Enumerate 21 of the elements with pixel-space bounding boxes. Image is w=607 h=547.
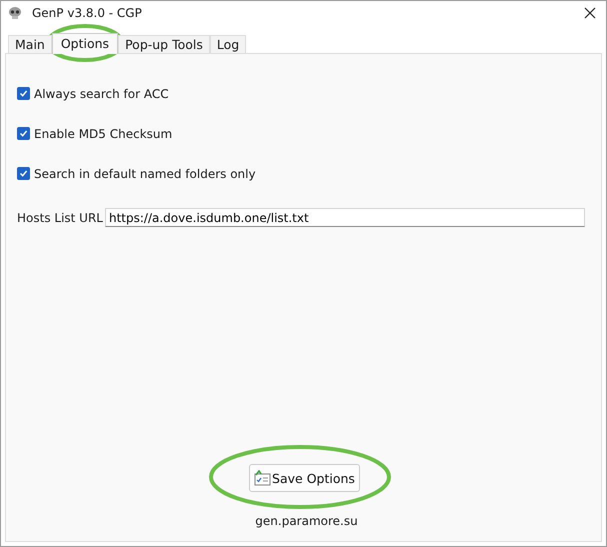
checkbox[interactable] (17, 87, 30, 100)
option-label: Enable MD5 Checksum (34, 126, 172, 140)
checklist-icon (254, 470, 272, 486)
tab[interactable]: Main (8, 35, 52, 53)
checkbox[interactable] (17, 167, 30, 180)
field-label: Hosts List URL (17, 210, 103, 224)
checkbox[interactable] (17, 127, 30, 140)
website-link[interactable]: gen.paramore.su (255, 514, 358, 528)
checkmark-icon (19, 169, 28, 178)
tab[interactable]: Options (52, 33, 118, 54)
save-button[interactable]: Save Options (249, 464, 360, 492)
tab[interactable]: Log (210, 35, 246, 53)
checkmark-icon (19, 89, 28, 98)
option-label: Search in default named folders only (34, 166, 256, 180)
url-field[interactable]: https://a.dove.isdumb.one/list.txt (105, 208, 585, 227)
tab[interactable]: Pop-up Tools (118, 35, 210, 53)
checkmark-icon (19, 129, 28, 138)
window-title: GenP v3.8.0 - CGP (32, 6, 143, 20)
skull-icon (8, 7, 22, 19)
option-label: Always search for ACC (34, 86, 169, 100)
close-icon[interactable] (584, 7, 596, 19)
